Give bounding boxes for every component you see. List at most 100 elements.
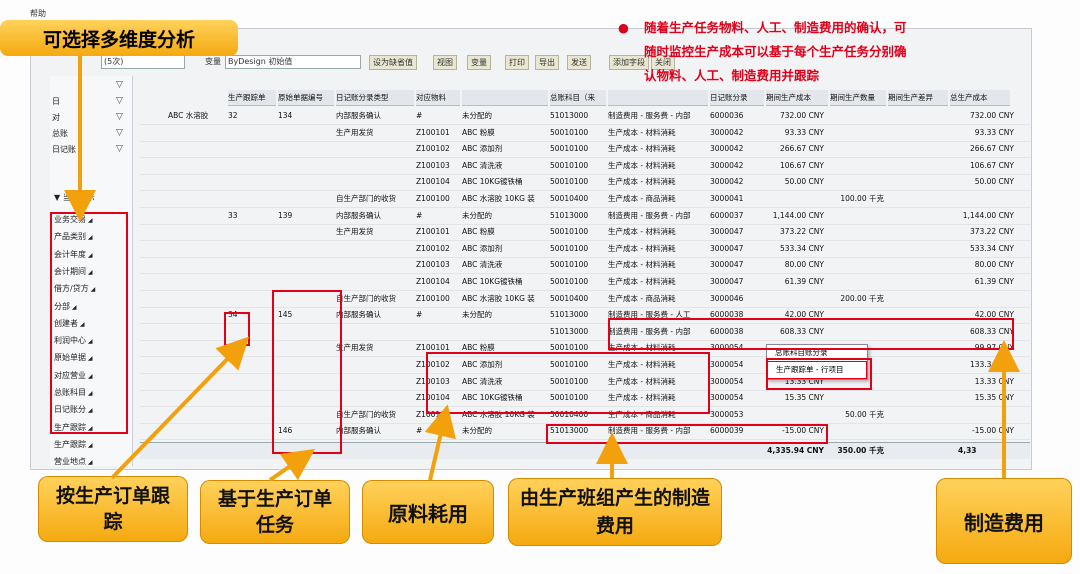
table-cell-track bbox=[228, 241, 268, 257]
table-cell-doc bbox=[278, 257, 328, 273]
set-default-button[interactable]: 设为缺省值 bbox=[369, 55, 417, 70]
table-cell-track bbox=[228, 257, 268, 273]
column-header[interactable] bbox=[608, 90, 708, 106]
table-cell-type bbox=[336, 357, 412, 373]
menu-help[interactable]: 帮助 bbox=[30, 8, 46, 19]
annotation-title: 可选择多维度分析 bbox=[0, 20, 238, 56]
table-cell-matdesc: ABC 10KG镀铁桶 bbox=[462, 277, 523, 286]
table-cell-matdesc: ABC 水溶胶 10KG 装 bbox=[462, 194, 535, 203]
table-cell-mat: # bbox=[416, 210, 423, 220]
column-header[interactable]: 原始单据编号 bbox=[278, 90, 334, 106]
filter-icon[interactable]: ▽ bbox=[116, 144, 123, 154]
table-cell-type: 生产用发货 bbox=[336, 227, 374, 237]
table-cell-diff bbox=[888, 158, 946, 174]
bullet-icon: ● bbox=[618, 20, 629, 35]
table-cell-mat: Z100100 bbox=[416, 293, 450, 303]
column-header[interactable]: 期间生产成本 bbox=[766, 90, 828, 106]
filter-icon[interactable]: ▽ bbox=[116, 80, 123, 90]
highlight-overhead-146 bbox=[546, 424, 828, 444]
dimension-item[interactable]: 生产跟踪 ◢ bbox=[54, 439, 93, 456]
column-header[interactable]: 对应物料 bbox=[416, 90, 460, 106]
column-header[interactable]: 总账科目（来 bbox=[550, 90, 606, 106]
table-cell-gl: 50010100 bbox=[550, 243, 589, 253]
table-cell-cost: 93.33 CNY bbox=[784, 127, 824, 137]
table-cell-type bbox=[336, 241, 412, 257]
table-cell-mat: Z100103 bbox=[416, 260, 450, 270]
table-cell-cost bbox=[766, 191, 824, 207]
dimension-item[interactable]: 营业地点 ◢ bbox=[54, 456, 93, 473]
table-cell-type bbox=[336, 274, 412, 290]
print-button[interactable]: 打印 bbox=[505, 55, 529, 70]
filter-icon[interactable]: ▽ bbox=[116, 112, 123, 122]
column-header[interactable]: 生产跟踪单 bbox=[228, 90, 276, 106]
table-cell-matdesc: 未分配的 bbox=[462, 310, 492, 320]
expand-icon[interactable]: ◢ bbox=[86, 442, 93, 449]
table-cell-qty bbox=[830, 224, 884, 240]
table-cell-mat: # bbox=[416, 426, 423, 436]
table-cell-qty bbox=[830, 174, 884, 190]
table-cell-matdesc: ABC 粉膜 bbox=[462, 127, 495, 137]
table-cell-total: 266.67 CNY bbox=[969, 144, 1014, 154]
table-cell-qty bbox=[830, 390, 884, 406]
table-cell-mat: Z100100 bbox=[416, 194, 450, 203]
table-cell-doc bbox=[278, 274, 328, 290]
variable-button[interactable]: 变量 bbox=[467, 55, 491, 70]
table-cell-total: 13.33 CNY bbox=[974, 376, 1014, 386]
table-cell-cost: 106.67 CNY bbox=[779, 160, 824, 170]
table-cell-type: 内部服务确认 bbox=[336, 111, 381, 120]
table-cell-diff bbox=[888, 241, 946, 257]
expand-icon[interactable]: ◢ bbox=[86, 459, 93, 466]
filter-icon[interactable]: ▽ bbox=[116, 128, 123, 138]
table-cell-qty bbox=[830, 141, 884, 157]
table-cell-doc bbox=[278, 125, 328, 141]
column-header[interactable]: 期间生产数量 bbox=[830, 90, 886, 106]
table-cell-diff bbox=[888, 125, 946, 141]
table-cell-type: 生产用发货 bbox=[336, 127, 374, 137]
column-header[interactable] bbox=[462, 90, 548, 106]
table-cell-matdesc: 未分配的 bbox=[462, 210, 492, 220]
column-header[interactable]: 期间生产差异 bbox=[888, 90, 948, 106]
table-cell-gldesc: 生产成本 - 材料消耗 bbox=[608, 144, 676, 154]
table-cell-cost: 373.22 CNY bbox=[779, 227, 824, 237]
table-cell-je: 3000047 bbox=[710, 260, 744, 270]
table-cell-prod bbox=[168, 224, 226, 240]
table-cell-je: 3000046 bbox=[710, 293, 744, 303]
table-cell-gldesc: 生产成本 - 材料消耗 bbox=[608, 127, 676, 137]
table-cell-prod bbox=[168, 191, 226, 207]
callout-order-tracking: 按生产订单跟踪 bbox=[38, 476, 188, 542]
column-header[interactable]: 日记账分录 bbox=[710, 90, 764, 106]
table-cell-je: 3000054 bbox=[710, 360, 744, 369]
highlight-materials bbox=[426, 352, 710, 414]
table-cell-total: 15.35 CNY bbox=[974, 393, 1014, 403]
layout-select[interactable]: (5次) bbox=[101, 55, 185, 69]
send-button[interactable]: 发送 bbox=[567, 55, 591, 70]
table-cell-track bbox=[228, 407, 268, 423]
table-cell-prod bbox=[168, 141, 226, 157]
total-qty: 350.00 千克 bbox=[837, 446, 884, 455]
table-cell-diff bbox=[888, 274, 946, 290]
column-header[interactable]: 总生产成本 bbox=[950, 90, 1010, 106]
view-button[interactable]: 视图 bbox=[433, 55, 457, 70]
filter-icon[interactable]: ▽ bbox=[116, 96, 123, 106]
table-cell-track bbox=[228, 174, 268, 190]
table-cell-matdesc: ABC 清洗液 bbox=[462, 160, 503, 170]
table-cell-total: 80.00 CNY bbox=[974, 260, 1014, 270]
table-cell-gl: 50010100 bbox=[550, 277, 589, 286]
table-cell-je: 6000036 bbox=[710, 111, 744, 120]
column-header[interactable]: 日记账分录类型 bbox=[336, 90, 414, 106]
table-cell-total bbox=[950, 407, 1014, 423]
table-cell-gldesc: 生产成本 - 商品消耗 bbox=[608, 194, 676, 203]
variant-select[interactable]: ByDesign 初始值 bbox=[225, 55, 361, 69]
table-cell-cost: 266.67 CNY bbox=[779, 144, 824, 154]
table-cell-prod: ABC 水溶胶 bbox=[168, 111, 209, 120]
export-button[interactable]: 导出 bbox=[535, 55, 559, 70]
variant-label: 变量 bbox=[205, 57, 221, 66]
table-cell-prod bbox=[168, 125, 226, 141]
table-cell-track bbox=[228, 191, 268, 207]
table-cell-track bbox=[228, 274, 268, 290]
table-cell-je: 3000042 bbox=[710, 160, 744, 170]
table-cell-qty bbox=[830, 158, 884, 174]
table-cell-prod bbox=[168, 307, 226, 323]
table-cell-diff bbox=[888, 374, 946, 390]
table-cell-diff bbox=[888, 141, 946, 157]
